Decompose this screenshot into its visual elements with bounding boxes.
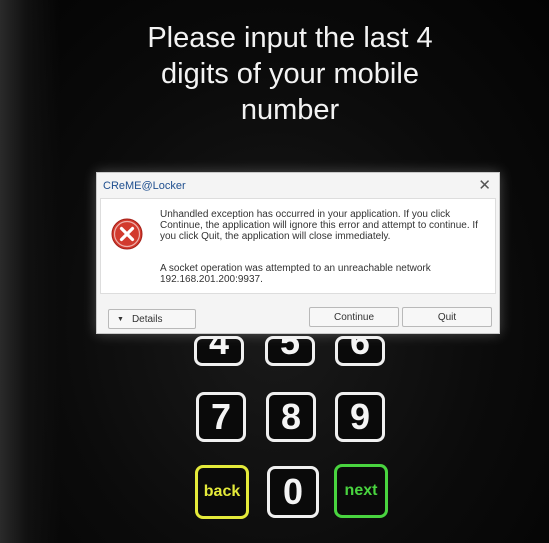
error-icon bbox=[111, 218, 143, 250]
dialog-title: CReME@Locker bbox=[103, 180, 186, 192]
details-button[interactable]: ▼ Details bbox=[108, 309, 196, 329]
error-detail-line-1: A socket operation was attempted to an u… bbox=[160, 263, 431, 274]
dialog-body: Unhandled exception has occurred in your… bbox=[100, 198, 496, 294]
close-icon[interactable]: ✕ bbox=[478, 176, 491, 194]
key-6[interactable]: 6 bbox=[335, 336, 385, 366]
details-button-label: Details bbox=[131, 313, 163, 325]
error-detail-line-2: 192.168.201.200:9937. bbox=[160, 274, 263, 285]
error-message: Unhandled exception has occurred in your… bbox=[160, 209, 478, 242]
next-button[interactable]: next bbox=[334, 464, 388, 518]
key-0[interactable]: 0 bbox=[267, 466, 319, 518]
error-dialog: CReME@Locker ✕ Unhandled exception has o… bbox=[96, 172, 500, 334]
quit-button[interactable]: Quit bbox=[402, 307, 492, 327]
continue-button[interactable]: Continue bbox=[309, 307, 399, 327]
key-5[interactable]: 5 bbox=[265, 336, 315, 366]
kiosk-screen: Please input the last 4 digits of your m… bbox=[0, 0, 549, 543]
chevron-down-icon: ▼ bbox=[117, 315, 124, 323]
key-7[interactable]: 7 bbox=[196, 392, 246, 442]
back-button[interactable]: back bbox=[195, 465, 249, 519]
key-8[interactable]: 8 bbox=[266, 392, 316, 442]
error-details-text: A socket operation was attempted to an u… bbox=[160, 263, 490, 285]
key-4[interactable]: 4 bbox=[194, 336, 244, 366]
key-9[interactable]: 9 bbox=[335, 392, 385, 442]
